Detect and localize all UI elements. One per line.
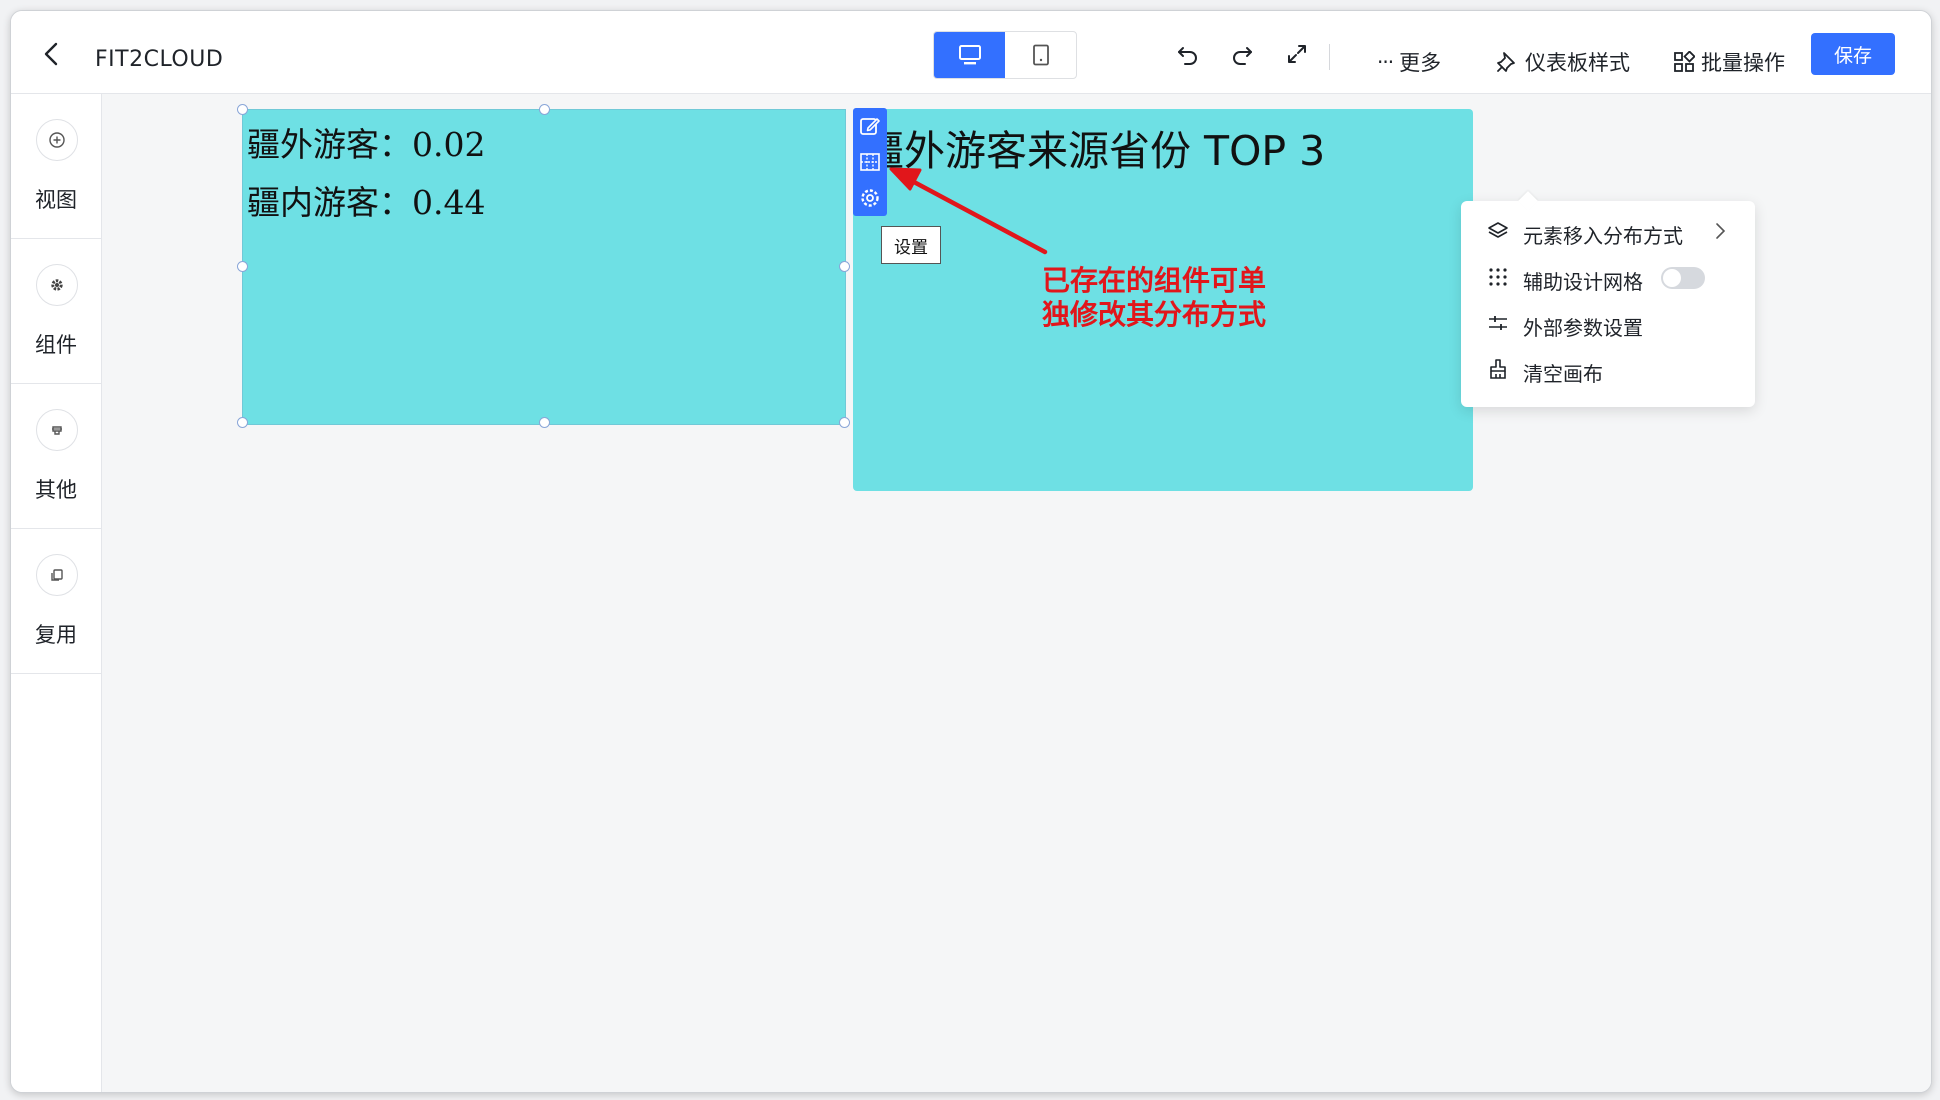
- device-toggle: [933, 31, 1077, 79]
- dashboard-style-button[interactable]: 仪表板样式: [1495, 47, 1630, 77]
- dashboard-editor-window: FIT2CLOUD ··· 更多 仪表板样式 批量操作 保存 视图 组件 其他 …: [10, 10, 1932, 1093]
- more-button[interactable]: ··· 更多: [1377, 47, 1441, 77]
- grid-toggle-switch[interactable]: [1661, 267, 1705, 289]
- dashboard-title: FIT2CLOUD: [95, 47, 224, 72]
- component-title: 疆外游客来源省份 TOP 3: [863, 127, 1326, 175]
- switch-knob: [1663, 269, 1681, 287]
- distribution-grid-icon[interactable]: [858, 150, 882, 174]
- mobile-icon: [1032, 44, 1049, 66]
- more-label: 更多: [1399, 51, 1442, 75]
- sidebar-item-label: 其他: [35, 478, 77, 502]
- menu-item-label: 外部参数设置: [1523, 316, 1643, 340]
- component-toolbar: [853, 108, 887, 216]
- menu-item-external-params[interactable]: 外部参数设置: [1461, 303, 1755, 343]
- annotation-line: 已存在的组件可单: [1042, 264, 1267, 297]
- desktop-view-button[interactable]: [934, 32, 1005, 78]
- grid-icon: [1674, 51, 1695, 72]
- menu-item-clear-canvas[interactable]: 清空画布: [1461, 349, 1755, 389]
- resize-handle[interactable]: [539, 417, 550, 428]
- back-arrow-icon[interactable]: [39, 41, 65, 67]
- chevron-right-icon: [1716, 223, 1726, 239]
- settings-tooltip: 设置: [881, 226, 941, 264]
- pin-icon: [1497, 52, 1515, 72]
- desktop-icon: [958, 45, 981, 65]
- copy-icon: [36, 554, 78, 596]
- text-component-kpi[interactable]: 疆外游客：0.02 疆内游客：0.44: [237, 104, 850, 428]
- resize-handle[interactable]: [539, 104, 550, 115]
- sidebar-item-reuse[interactable]: 复用: [11, 529, 101, 674]
- grid-dots-icon: [1489, 268, 1507, 286]
- redo-icon[interactable]: [1229, 41, 1255, 67]
- resize-handle[interactable]: [237, 261, 248, 272]
- sidebar-item-label: 复用: [35, 623, 77, 647]
- menu-item-label: 元素移入分布方式: [1523, 224, 1683, 248]
- edit-icon[interactable]: [858, 114, 882, 138]
- save-button[interactable]: 保存: [1811, 33, 1895, 75]
- stamp-icon: [36, 409, 78, 451]
- sidebar-item-view[interactable]: 视图: [11, 94, 101, 239]
- component-sidebar: 视图 组件 其他 复用: [11, 94, 102, 1092]
- plus-circle-icon: [36, 119, 78, 161]
- mobile-view-button[interactable]: [1005, 32, 1076, 78]
- sidebar-item-label: 组件: [35, 333, 77, 357]
- resize-handle[interactable]: [839, 417, 850, 428]
- menu-item-design-grid[interactable]: 辅助设计网格: [1461, 257, 1755, 297]
- menu-item-label: 辅助设计网格: [1523, 270, 1643, 294]
- resize-handle[interactable]: [839, 261, 850, 272]
- batch-operation-button[interactable]: 批量操作: [1673, 47, 1785, 77]
- sliders-icon: [1489, 316, 1507, 330]
- annotation-text: 已存在的组件可单 独修改其分布方式: [1042, 264, 1266, 332]
- dashboard-canvas[interactable]: 疆外游客：0.02 疆内游客：0.44 疆外游客来源省份 TOP 3 设置 已存…: [102, 94, 1931, 1092]
- dashboard-style-label: 仪表板样式: [1525, 51, 1630, 75]
- menu-item-element-distribution[interactable]: 元素移入分布方式: [1461, 211, 1755, 251]
- fullscreen-icon[interactable]: [1284, 41, 1310, 67]
- annotation-line: 独修改其分布方式: [1042, 298, 1267, 331]
- sidebar-item-label: 视图: [35, 188, 77, 212]
- layers-icon: [1488, 222, 1508, 238]
- resize-handle[interactable]: [237, 417, 248, 428]
- kpi-line-inside: 疆内游客：0.44: [247, 183, 486, 222]
- broom-icon: [1490, 359, 1506, 379]
- sidebar-item-other[interactable]: 其他: [11, 384, 101, 529]
- ellipsis-icon: ···: [1377, 50, 1394, 74]
- gear-icon: [36, 264, 78, 306]
- resize-handle[interactable]: [237, 104, 248, 115]
- sidebar-item-component[interactable]: 组件: [11, 239, 101, 384]
- menu-item-label: 清空画布: [1523, 362, 1603, 386]
- menu-caret: [1518, 191, 1538, 211]
- header-divider: [1329, 44, 1330, 70]
- batch-operation-label: 批量操作: [1701, 51, 1785, 75]
- kpi-line-outside: 疆外游客：0.02: [247, 125, 486, 164]
- more-dropdown-menu: 元素移入分布方式 辅助设计网格 外部参数设置 清空画布: [1461, 191, 1755, 407]
- settings-icon[interactable]: [858, 186, 882, 210]
- undo-icon[interactable]: [1175, 41, 1201, 67]
- editor-header: FIT2CLOUD ··· 更多 仪表板样式 批量操作 保存: [11, 11, 1931, 94]
